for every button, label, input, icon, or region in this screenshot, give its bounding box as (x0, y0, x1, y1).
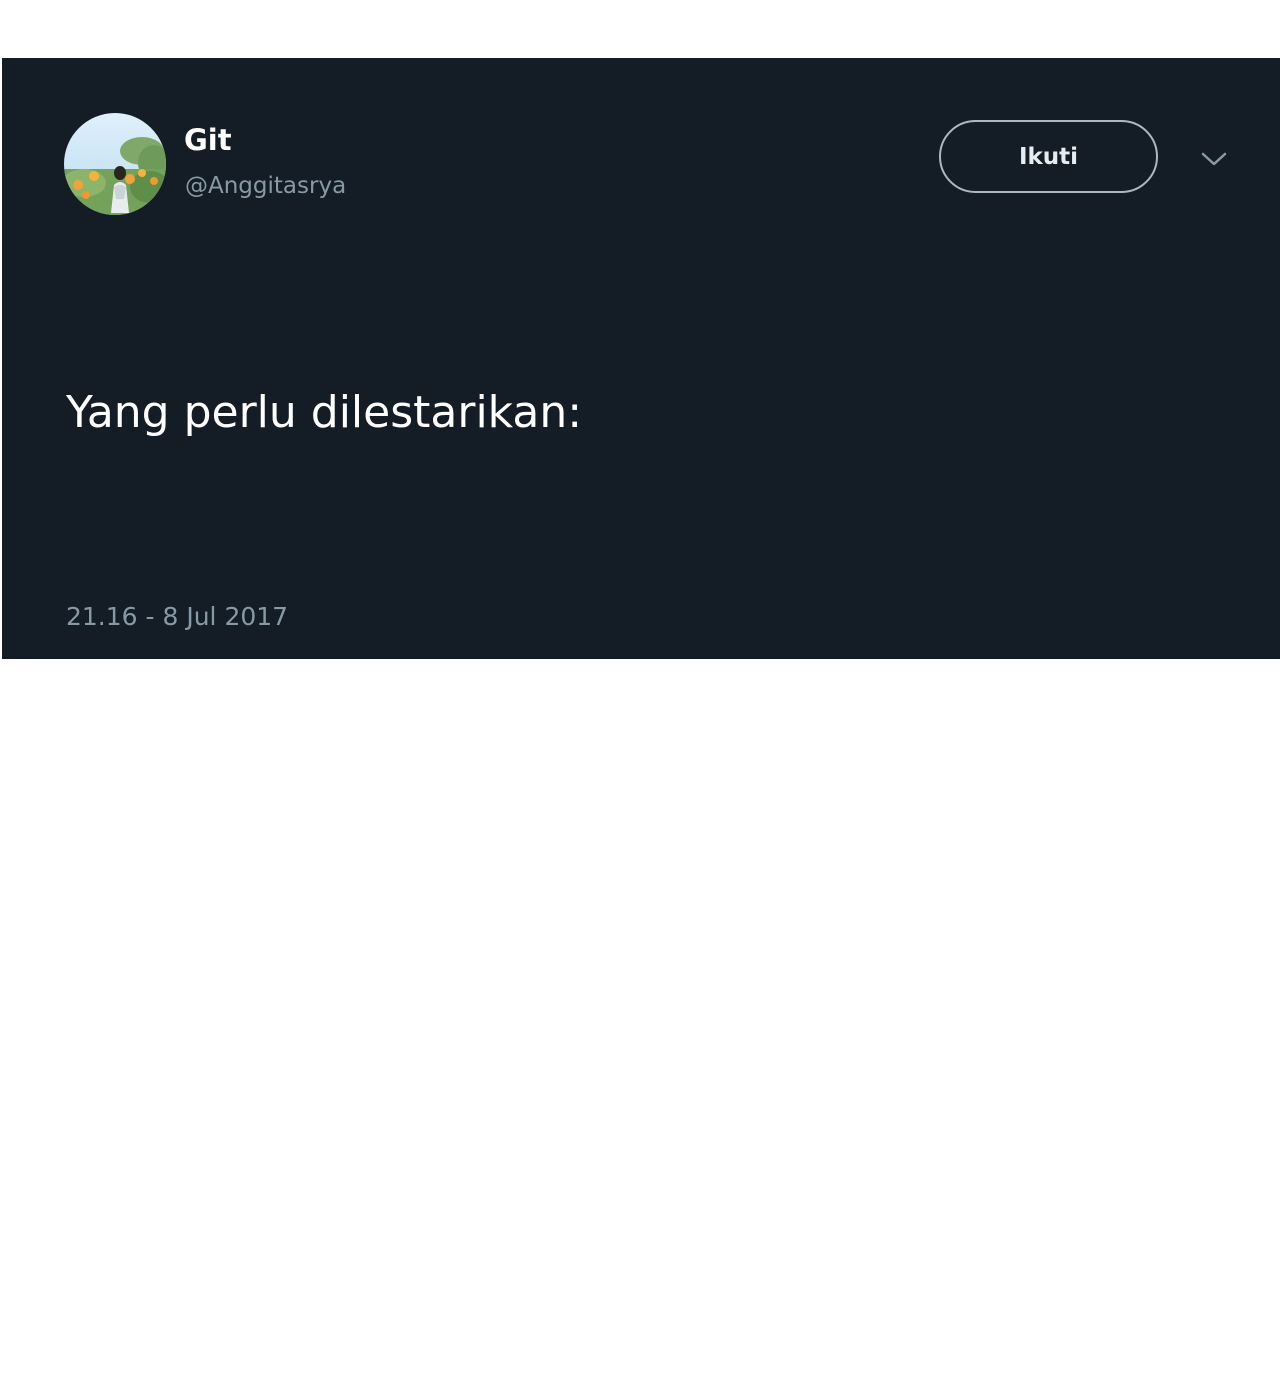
follow-button[interactable]: Ikuti (939, 120, 1158, 193)
avatar[interactable] (64, 113, 166, 215)
avatar-photo (64, 113, 166, 215)
tweet-text: Yang perlu dilestarikan: Binatang langka… (66, 245, 1246, 1384)
display-name[interactable]: Git (184, 122, 232, 158)
chevron-down-icon[interactable] (1194, 146, 1234, 172)
user-handle[interactable]: @Anggitasrya (185, 171, 346, 201)
tweet-timestamp[interactable]: 21.16 - 8 Jul 2017 (66, 601, 288, 633)
tweet-card: Git @Anggitasrya Ikuti Yang perlu dilest… (2, 58, 1280, 1242)
tweet-text-line: Binatang langka (66, 789, 424, 840)
tweet-text-line: Yang perlu dilestarikan: (66, 387, 583, 438)
tweet-text-line: Cewek yang berani chat duluan (66, 1191, 765, 1242)
tweet-text-line: Tumbuhan langka (66, 990, 457, 1041)
